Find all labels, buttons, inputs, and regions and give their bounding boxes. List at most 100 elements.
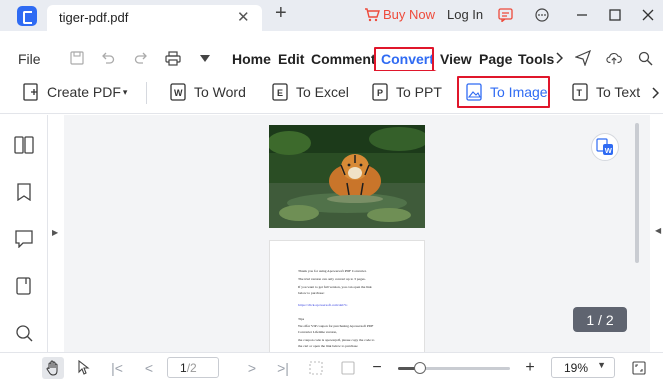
first-page-icon[interactable]: |< (108, 359, 126, 377)
rotate-icon[interactable] (339, 359, 357, 377)
pdf-page-1-tiger-image (269, 125, 425, 228)
to-word-label: To Word (194, 84, 246, 100)
create-pdf-button[interactable]: Create PDF ▾ (23, 83, 127, 101)
svg-text:P: P (377, 88, 383, 98)
title-bar: tiger-pdf.pdf ✕ + Buy Now Log In (0, 0, 663, 31)
next-page-icon[interactable]: > (243, 359, 261, 377)
to-excel-label: To Excel (296, 84, 349, 100)
bookmark-icon[interactable] (14, 182, 34, 202)
zoom-slider-thumb[interactable] (414, 362, 427, 374)
undo-icon[interactable] (100, 50, 116, 66)
left-sidebar (0, 115, 48, 352)
page-number-input[interactable]: 1 /2 (167, 357, 219, 378)
create-pdf-label: Create PDF (47, 84, 121, 100)
excel-icon: E (272, 83, 288, 101)
previous-page-icon[interactable]: < (140, 359, 158, 377)
new-tab-icon[interactable]: + (275, 2, 287, 25)
zoom-in-icon[interactable]: + (521, 359, 539, 377)
word-icon: W (170, 83, 186, 101)
comments-icon[interactable] (14, 229, 34, 249)
svg-text:T: T (577, 88, 583, 98)
zoom-dropdown-chevron-icon: ▼ (597, 360, 606, 370)
to-excel-button[interactable]: E To Excel (272, 83, 349, 101)
sidebar-search-icon[interactable] (14, 323, 34, 343)
app-logo (17, 6, 37, 26)
feedback-icon[interactable] (495, 5, 515, 25)
more-options-icon[interactable] (532, 5, 552, 25)
convert-highlight-box (374, 47, 434, 72)
convert-toolbar: Create PDF ▾ W To Word E To Excel P To P… (0, 71, 663, 114)
file-menu[interactable]: File (18, 51, 41, 67)
quick-access-dropdown-icon[interactable] (197, 50, 213, 66)
zoom-select[interactable]: 19% ▼ (551, 357, 615, 378)
page-indicator: 1 / 2 (573, 307, 627, 332)
pdf-page-2: Thank you for using Apowersoft PDF Conve… (269, 240, 425, 360)
zoom-out-icon[interactable]: − (368, 359, 386, 377)
svg-text:W: W (174, 88, 183, 98)
word-translate-icon[interactable]: W (591, 133, 619, 161)
svg-text:W: W (605, 146, 613, 155)
last-page-icon[interactable]: >| (274, 359, 292, 377)
menu-bar: File Home Edit Comment Convert View Page… (0, 31, 663, 71)
redo-icon[interactable] (133, 50, 149, 66)
page2-line: Tips (298, 317, 305, 321)
zoom-value: 19% (564, 360, 589, 375)
page2-line: Thank you for using Apowersoft PDF Conve… (298, 269, 367, 273)
create-pdf-icon (23, 83, 38, 101)
toolbar-divider (146, 82, 147, 104)
menu-view[interactable]: View (440, 51, 472, 67)
page2-line: below to purchase: (298, 291, 325, 295)
search-icon[interactable] (637, 50, 653, 66)
svg-text:E: E (277, 88, 283, 98)
page2-line: We offer VIP coupon for purchasing Apowe… (298, 324, 374, 328)
close-window-icon[interactable] (638, 5, 658, 25)
save-icon[interactable] (69, 50, 85, 66)
right-panel-expand-arrow-icon[interactable]: ◀ (655, 226, 661, 235)
vertical-scrollbar[interactable] (635, 123, 639, 263)
login-link[interactable]: Log In (447, 7, 483, 22)
attachment-icon[interactable] (14, 276, 34, 296)
menu-more-chevron-icon[interactable] (551, 50, 567, 66)
cloud-upload-icon[interactable] (606, 50, 622, 66)
text-icon: T (572, 83, 588, 101)
to-ppt-button[interactable]: P To PPT (372, 83, 442, 101)
document-viewer: Thank you for using Apowersoft PDF Conve… (64, 115, 650, 360)
to-ppt-label: To PPT (396, 84, 442, 100)
thumbnails-icon[interactable] (14, 135, 34, 155)
menu-home[interactable]: Home (232, 51, 271, 67)
page2-line: The trial version can only convert up to… (298, 277, 366, 281)
tab-title: tiger-pdf.pdf (59, 10, 129, 25)
share-icon[interactable] (575, 50, 591, 66)
create-pdf-chevron-icon: ▾ (122, 86, 128, 97)
toolbar-more-chevron-icon[interactable] (650, 85, 660, 101)
fullscreen-icon[interactable] (630, 359, 648, 377)
status-bar: |< < 1 /2 > >| − + 19% ▼ (0, 352, 663, 382)
minimize-icon[interactable] (572, 5, 592, 25)
print-icon[interactable] (165, 50, 181, 66)
menu-edit[interactable]: Edit (278, 51, 304, 67)
maximize-icon[interactable] (605, 5, 625, 25)
page2-link: https://click.apowersoft.com/del?l= (298, 303, 348, 307)
ppt-icon: P (372, 83, 388, 101)
cart-icon (365, 7, 380, 21)
page2-line: the cart or open the link below to purch… (298, 344, 358, 348)
to-image-highlight-box (457, 76, 550, 108)
to-word-button[interactable]: W To Word (170, 83, 246, 101)
buy-now-button[interactable]: Buy Now (364, 7, 435, 22)
tab-close-icon[interactable]: ✕ (237, 8, 250, 26)
page2-line: If you want to get full version, you can… (298, 285, 372, 289)
page2-line: Converter Lifetime version, (298, 330, 337, 334)
document-tab[interactable]: tiger-pdf.pdf ✕ (47, 5, 262, 31)
menu-page[interactable]: Page (479, 51, 512, 67)
page2-line: the coupon code is apowerpdf, please cop… (298, 338, 375, 342)
menu-tools[interactable]: Tools (518, 51, 554, 67)
hand-tool-icon[interactable] (42, 357, 64, 379)
buy-now-label: Buy Now (383, 7, 436, 22)
current-page-value: 1 (180, 360, 187, 375)
total-pages-label: /2 (186, 360, 197, 375)
fit-page-icon[interactable] (307, 359, 325, 377)
to-text-button[interactable]: T To Text (572, 83, 640, 101)
sidebar-expand-arrow-icon[interactable]: ▶ (52, 228, 58, 237)
select-tool-icon[interactable] (75, 359, 93, 377)
menu-comment[interactable]: Comment (311, 51, 376, 67)
